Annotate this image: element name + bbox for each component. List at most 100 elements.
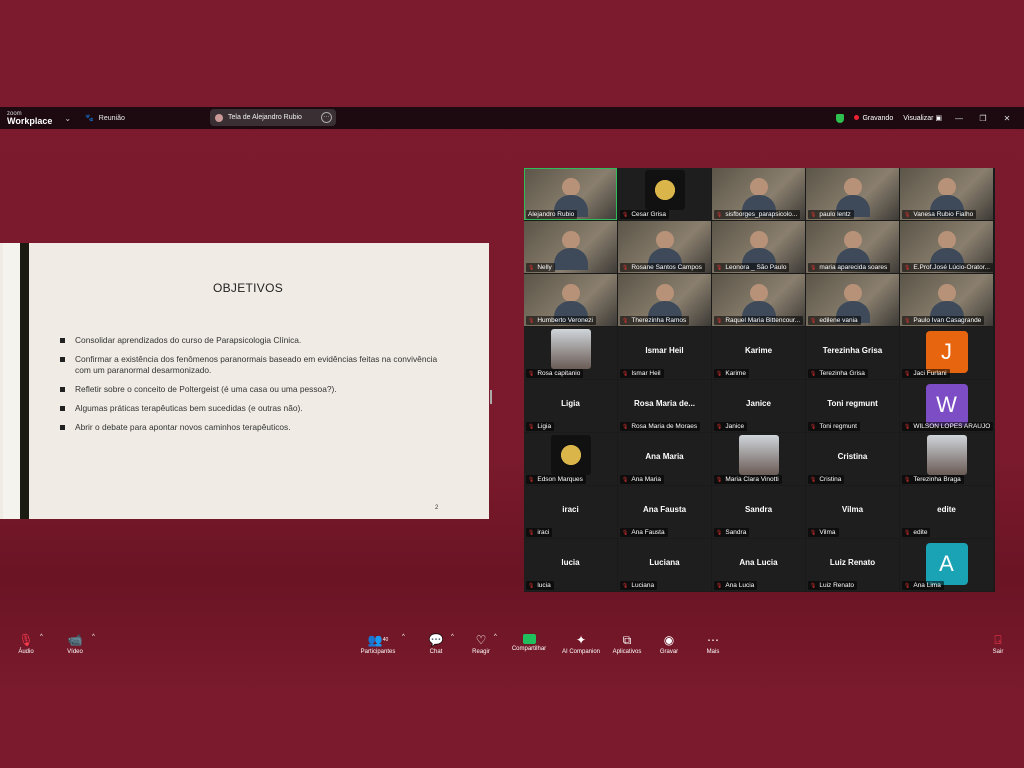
mic-muted-icon: 🎙 [904, 371, 911, 377]
participant-tile[interactable]: 🎙 paulo lentz [806, 168, 899, 220]
participant-tile[interactable]: Alejandro Rubio [524, 168, 617, 220]
participant-video-head [749, 231, 768, 249]
record-label: Gravar [659, 649, 679, 655]
react-button[interactable]: ♡ Reagir [469, 634, 493, 656]
meeting-menu[interactable]: 🐾 Reunião [85, 114, 125, 123]
participant-tile[interactable]: 🎙 Nelly [524, 221, 617, 273]
mic-muted-icon: 🎙 [528, 424, 535, 430]
titlebar-right: Gravando Visualizar ▣ — ❐ ✕ [836, 107, 1024, 129]
participant-tile[interactable]: W 🎙 WILSON LOPES ARAUJO [900, 380, 993, 432]
participant-name: Rosa Maria de Moraes [631, 423, 698, 430]
participant-tile[interactable]: Vilma 🎙 Vilma [806, 486, 899, 538]
participant-name-label: 🎙 Karime [714, 369, 749, 378]
participant-tile[interactable]: Luiz Renato 🎙 Luiz Renato [806, 539, 899, 591]
participant-tile[interactable]: 🎙 Leonora _ São Paulo [712, 221, 805, 273]
participant-tile[interactable]: lucia 🎙 lucia [524, 539, 617, 591]
participant-tile[interactable]: 🎙 Rosane Santos Campos [618, 221, 711, 273]
participants-caret-icon[interactable]: ^ [402, 634, 405, 640]
participant-tile[interactable]: edite 🎙 edite [900, 486, 993, 538]
participant-tile[interactable]: 🎙 Humberto Veronezi [524, 274, 617, 326]
participant-tile[interactable]: Ana Fausta 🎙 Ana Fausta [618, 486, 711, 538]
participant-tile[interactable]: Ana Lucia 🎙 Ana Lucia [712, 539, 805, 591]
close-icon[interactable]: ✕ [1000, 114, 1014, 123]
participant-tile[interactable]: 🎙 sisfborges_parapsicolo... [712, 168, 805, 220]
participant-tile[interactable]: 🎙 Vanesa Rubio Fialho [900, 168, 993, 220]
security-shield-icon[interactable] [836, 113, 845, 123]
participant-video-head [561, 231, 580, 249]
participant-name-label: 🎙 Maria Clara Vinotti [714, 475, 782, 484]
panel-resize-handle[interactable] [490, 390, 492, 404]
participant-tile[interactable]: iraci 🎙 iraci [524, 486, 617, 538]
video-options-caret-icon[interactable]: ^ [92, 634, 95, 640]
participant-tile[interactable]: 🎙 Cesar Grisa [618, 168, 711, 220]
participant-name: Raquel Maria Bittencour... [725, 317, 801, 324]
camera-off-icon: 📹 [67, 633, 83, 647]
participant-tile[interactable]: Janice 🎙 Janice [712, 380, 805, 432]
restore-icon[interactable]: ❐ [976, 114, 990, 123]
participant-initial-avatar: J [925, 331, 968, 373]
ai-companion-button[interactable]: ✦ AI Companion [558, 634, 604, 656]
participant-tile[interactable]: 🎙 Maria Clara Vinotti [712, 433, 805, 485]
participant-tile[interactable]: Ana Maria 🎙 Ana Maria [618, 433, 711, 485]
participant-tile[interactable]: Karime 🎙 Karime [712, 327, 805, 379]
participant-name-label: 🎙 Paulo Ivan Casagrande [902, 316, 985, 325]
minimize-icon[interactable]: — [952, 114, 966, 123]
participant-name-label: 🎙 Ligia [526, 422, 555, 431]
view-button[interactable]: Visualizar ▣ [903, 114, 942, 122]
participant-tile[interactable]: 🎙 Paulo Ivan Casagrande [900, 274, 993, 326]
participant-tile[interactable]: Luciana 🎙 Luciana [618, 539, 711, 591]
apps-icon: ⧉ [622, 633, 632, 647]
participant-tile[interactable]: 🎙 edilene vania [806, 274, 899, 326]
participant-tile[interactable]: A 🎙 Ana Lima [900, 539, 993, 591]
screen-share-pill[interactable]: Tela de Alejandro Rubio ··· [210, 109, 336, 126]
participant-display-name: Ana Fausta [642, 505, 687, 514]
participant-name: sisfborges_parapsicolo... [725, 211, 798, 218]
participant-tile[interactable]: 🎙 Edson Marques [524, 433, 617, 485]
apps-button[interactable]: ⧉ Aplicativos [609, 633, 645, 656]
audio-label: Áudio [18, 649, 34, 655]
react-caret-icon[interactable]: ^ [494, 634, 497, 640]
recording-indicator[interactable]: Gravando [854, 114, 893, 122]
participant-display-name: Toni regmunt [827, 399, 878, 408]
mic-muted-icon: 🎙 [716, 318, 723, 324]
participant-video-head [749, 284, 768, 302]
record-button[interactable]: ◉ Gravar [656, 634, 682, 656]
leave-button[interactable]: ⍈ Sair [988, 634, 1008, 656]
participant-tile[interactable]: Rosa Maria de... 🎙 Rosa Maria de Moraes [618, 380, 711, 432]
more-button[interactable]: ⋯ Mais [702, 634, 724, 656]
more-options-icon[interactable]: ··· [321, 112, 332, 123]
chat-caret-icon[interactable]: ^ [451, 634, 454, 640]
participant-name: Ana Fausta [631, 529, 665, 536]
slide-bullet: Algumas práticas terapêuticas bem sucedi… [60, 403, 440, 414]
participant-tile[interactable]: Ligia 🎙 Ligia [524, 380, 617, 432]
participant-tile[interactable]: 🎙 Therezinha Ramos [618, 274, 711, 326]
participant-tile[interactable]: 🎙 Terezinha Braga [900, 433, 993, 485]
participant-tile[interactable]: J 🎙 Jaci Furlani [900, 327, 993, 379]
mic-muted-icon: 🎙 [810, 583, 817, 589]
participant-tile[interactable]: Terezinha Grisa 🎙 Terezinha Grisa [806, 327, 899, 379]
participant-tile[interactable]: 🎙 Raquel Maria Bittencour... [712, 274, 805, 326]
participant-tile[interactable]: Cristina 🎙 Cristina [806, 433, 899, 485]
participant-tile[interactable]: Ismar Heil 🎙 Ismar Heil [618, 327, 711, 379]
video-button[interactable]: 📹 Vídeo [63, 633, 87, 656]
audio-button[interactable]: 🎙 Áudio [14, 634, 38, 656]
mic-muted-icon: 🎙 [622, 583, 629, 589]
participant-name-label: 🎙 Cesar Grisa [620, 210, 670, 219]
participant-tile[interactable]: 🎙 E.Prof.José Lúcio-Orator... [900, 221, 993, 273]
participant-name: Karime [725, 370, 746, 377]
participant-name-label: 🎙 Rosane Santos Campos [620, 263, 705, 272]
chat-button[interactable]: 💬 Chat [425, 634, 447, 656]
audio-options-caret-icon[interactable]: ^ [40, 634, 43, 640]
participant-tile[interactable]: Sandra 🎙 Sandra [712, 486, 805, 538]
chevron-down-icon[interactable]: ⌄ [64, 114, 71, 123]
slide-bullet: Confirmar a existência dos fenômenos par… [60, 354, 440, 376]
participants-button[interactable]: 👥40 Participantes [356, 634, 400, 656]
participant-tile[interactable]: 🎙 Rosa capitanio [524, 327, 617, 379]
participant-name: Alejandro Rubio [528, 211, 575, 218]
participant-name: Rosa capitanio [537, 370, 581, 377]
participant-tile[interactable]: 🎙 maria aparecida soares [806, 221, 899, 273]
participant-display-name: Ana Lucia [739, 558, 778, 567]
share-button[interactable]: Compartilhar [508, 634, 550, 652]
participant-tile[interactable]: Toni regmunt 🎙 Toni regmunt [806, 380, 899, 432]
participant-name-label: 🎙 Jaci Furlani [902, 369, 950, 378]
